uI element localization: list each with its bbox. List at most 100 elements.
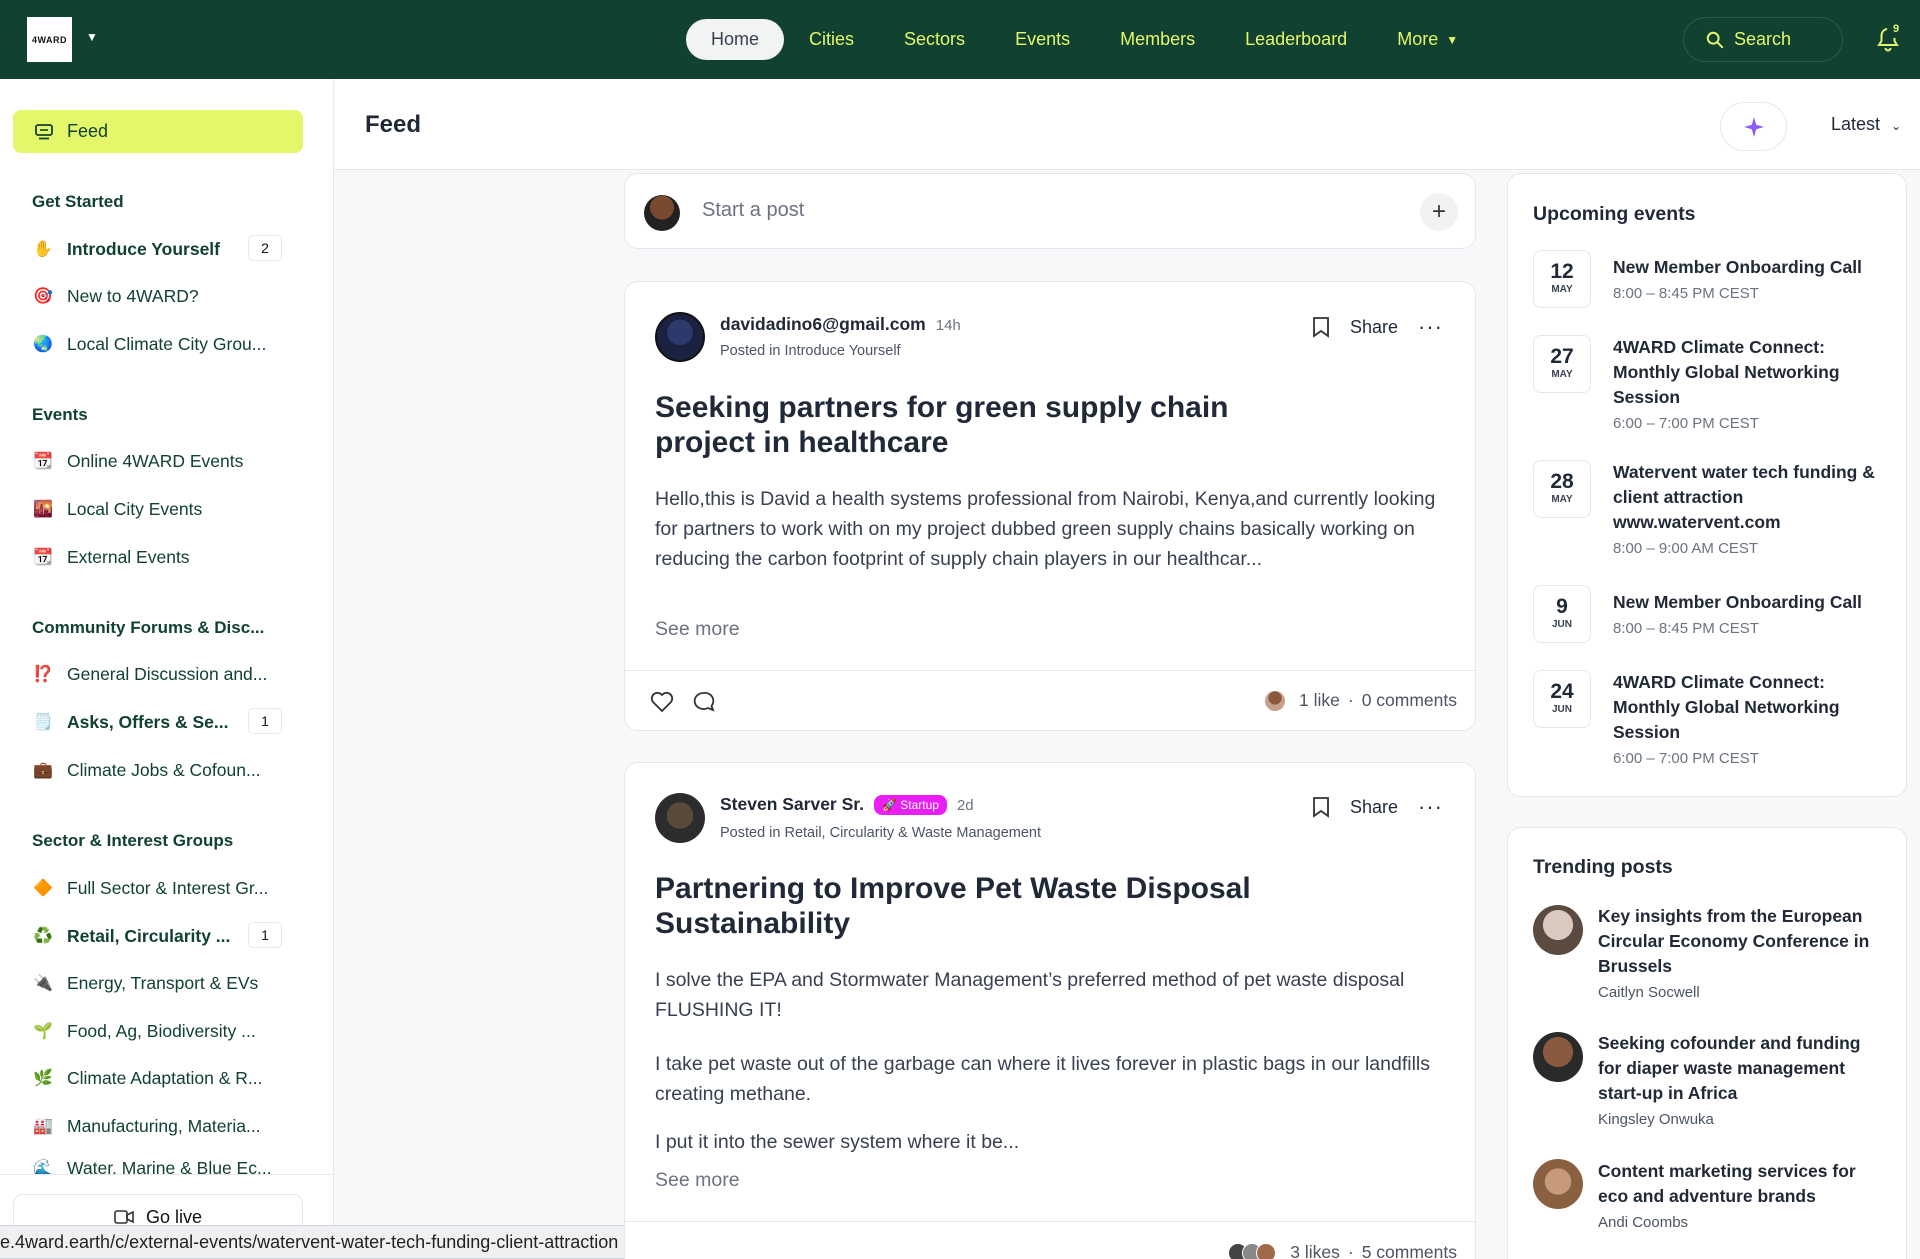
sidebar-item-new-to-4ward[interactable]: 🎯 New to 4WARD? xyxy=(32,281,282,311)
sidebar-item-label: Full Sector & Interest Gr... xyxy=(67,877,269,898)
sidebar-item-label: Food, Ag, Biodiversity ... xyxy=(67,1020,256,1041)
trending-post-title[interactable]: Seeking cofounder and funding for diaper… xyxy=(1598,1031,1888,1106)
sidebar-item-label: Asks, Offers & Se... xyxy=(67,711,229,732)
bookmark-icon[interactable] xyxy=(1312,796,1330,818)
trending-post-title[interactable]: Content marketing services for eco and a… xyxy=(1598,1159,1888,1209)
trending-post-author[interactable]: Andi Coombs xyxy=(1598,1214,1688,1231)
nav-events[interactable]: Events xyxy=(990,19,1095,60)
comments-count[interactable]: 5 comments xyxy=(1362,1242,1457,1259)
sidebar-item-full-sector-groups[interactable]: 🔶 Full Sector & Interest Gr... xyxy=(32,873,282,903)
calendar-icon: 📆 xyxy=(33,453,53,470)
sidebar-section-title[interactable]: Sector & Interest Groups xyxy=(32,831,233,851)
sidebar-section-title[interactable]: Get Started xyxy=(32,192,124,212)
likes-count[interactable]: 1 like xyxy=(1299,690,1340,711)
post-author[interactable]: davidadino6@gmail.com 14h xyxy=(720,314,961,335)
posted-in[interactable]: Posted in Retail, Circularity & Waste Ma… xyxy=(720,825,1041,841)
see-more-link[interactable]: See more xyxy=(655,1169,740,1192)
nav-cities[interactable]: Cities xyxy=(784,19,879,60)
more-options-icon[interactable]: ··· xyxy=(1418,314,1443,340)
post-title[interactable]: Seeking partners for green supply chain … xyxy=(655,390,1295,460)
exclamation-question-icon: ⁉️ xyxy=(33,666,53,683)
sidebar-item-label: Energy, Transport & EVs xyxy=(67,972,259,993)
comments-count[interactable]: 0 comments xyxy=(1362,690,1457,711)
sidebar-item-local-city-events[interactable]: 🌇 Local City Events xyxy=(32,494,282,524)
event-title[interactable]: New Member Onboarding Call xyxy=(1613,590,1888,615)
event-title[interactable]: New Member Onboarding Call xyxy=(1613,255,1888,280)
avatar[interactable] xyxy=(1533,905,1583,955)
post-card: Steven Sarver Sr. 🚀 Startup 2d Posted in R… xyxy=(624,762,1476,1259)
sidebar-item-feed[interactable]: Feed xyxy=(13,110,303,153)
community-logo[interactable]: 4WARD xyxy=(27,17,72,62)
sidebar-item-energy-transport[interactable]: 🔌 Energy, Transport & EVs xyxy=(32,968,282,998)
plug-icon: 🔌 xyxy=(33,975,53,992)
avatar[interactable] xyxy=(1533,1159,1583,1209)
sidebar-item-retail-circularity[interactable]: ♻️ Retail, Circularity ... 1 xyxy=(32,921,282,951)
chevron-down-icon[interactable]: ▼ xyxy=(86,30,98,44)
share-button[interactable]: Share xyxy=(1350,797,1398,818)
avatar[interactable] xyxy=(655,793,705,843)
sidebar-item-label: Climate Adaptation & R... xyxy=(67,1067,263,1088)
nav-sectors[interactable]: Sectors xyxy=(879,19,990,60)
left-sidebar: Feed Get Started ✋ Introduce Yourself 2 🎯 N… xyxy=(0,79,334,1259)
sidebar-item-introduce-yourself[interactable]: ✋ Introduce Yourself 2 xyxy=(32,234,282,264)
card-title: Upcoming events xyxy=(1533,203,1696,225)
share-button[interactable]: Share xyxy=(1350,317,1398,338)
posted-in[interactable]: Posted in Introduce Yourself xyxy=(720,343,901,359)
sort-dropdown[interactable]: Latest ⌄ xyxy=(1831,114,1901,135)
start-post-composer[interactable]: Start a post + xyxy=(624,173,1476,249)
sidebar-item-manufacturing[interactable]: 🏭 Manufacturing, Materia... xyxy=(32,1111,282,1141)
sidebar-item-external-events[interactable]: 📆 External Events xyxy=(32,542,282,572)
nav-members[interactable]: Members xyxy=(1095,19,1220,60)
trending-post-author[interactable]: Kingsley Onwuka xyxy=(1598,1111,1714,1128)
nav-home[interactable]: Home xyxy=(686,19,785,60)
sidebar-item-label: Introduce Yourself xyxy=(67,238,220,259)
waving-hand-icon: ✋ xyxy=(33,241,53,258)
notification-count-badge: 9 xyxy=(1887,20,1905,38)
upcoming-events-card: Upcoming events 12 MAY New Member Onboard… xyxy=(1507,173,1907,797)
event-title[interactable]: 4WARD Climate Connect: Monthly Global Ne… xyxy=(1613,335,1888,410)
sidebar-section-title[interactable]: Events xyxy=(32,405,88,425)
sidebar-item-climate-jobs[interactable]: 💼 Climate Jobs & Cofoun... xyxy=(32,755,282,785)
author-name[interactable]: Steven Sarver Sr. xyxy=(720,794,864,814)
event-time: 8:00 – 9:00 AM CEST xyxy=(1613,540,1759,557)
sidebar-item-online-events[interactable]: 📆 Online 4WARD Events xyxy=(32,446,282,476)
recycle-icon: ♻️ xyxy=(33,928,53,945)
sidebar-item-local-climate-city-groups[interactable]: 🌏 Local Climate City Grou... xyxy=(32,329,282,359)
avatar[interactable] xyxy=(655,312,705,362)
start-post-placeholder[interactable]: Start a post xyxy=(702,199,804,222)
ai-sparkle-button[interactable] xyxy=(1720,102,1787,151)
sidebar-item-asks-offers[interactable]: 🗒️ Asks, Offers & Se... 1 xyxy=(32,707,282,737)
sidebar-item-climate-adaptation[interactable]: 🌿 Climate Adaptation & R... xyxy=(32,1063,282,1093)
more-options-icon[interactable]: ··· xyxy=(1418,794,1443,820)
search-button[interactable]: Search xyxy=(1683,17,1843,62)
avatar[interactable] xyxy=(1533,1032,1583,1082)
likes-count[interactable]: 3 likes xyxy=(1290,1242,1340,1259)
comment-icon[interactable] xyxy=(692,691,716,713)
post-body-paragraph: I put it into the sewer system where it … xyxy=(655,1131,1020,1153)
event-day: 9 xyxy=(1556,595,1568,618)
post-author[interactable]: Steven Sarver Sr. 🚀 Startup 2d xyxy=(720,794,974,816)
event-day: 12 xyxy=(1550,260,1574,283)
heart-icon[interactable] xyxy=(650,691,674,713)
trending-post-author[interactable]: Caitlyn Socwell xyxy=(1598,984,1700,1001)
status-bar-url: e.4ward.earth/c/external-events/waterven… xyxy=(0,1225,630,1259)
add-post-button[interactable]: + xyxy=(1420,193,1458,231)
nav-more[interactable]: More ▼ xyxy=(1372,19,1483,60)
sidebar-item-label: Manufacturing, Materia... xyxy=(67,1115,261,1136)
sidebar-item-food-ag[interactable]: 🌱 Food, Ag, Biodiversity ... xyxy=(32,1016,282,1046)
event-day: 28 xyxy=(1550,470,1574,493)
author-name[interactable]: davidadino6@gmail.com xyxy=(720,314,926,334)
see-more-link[interactable]: See more xyxy=(655,618,740,641)
event-date: 24 JUN xyxy=(1533,670,1591,728)
event-title[interactable]: 4WARD Climate Connect: Monthly Global Ne… xyxy=(1613,670,1888,745)
trending-post-title[interactable]: Key insights from the European Circular … xyxy=(1598,904,1888,979)
event-title[interactable]: Watervent water tech funding & client at… xyxy=(1613,460,1888,535)
post-time: 2d xyxy=(956,797,974,814)
factory-icon: 🏭 xyxy=(33,1118,53,1135)
nav-leaderboard[interactable]: Leaderboard xyxy=(1220,19,1372,60)
bookmark-icon[interactable] xyxy=(1312,316,1330,338)
sidebar-item-label: External Events xyxy=(67,546,190,567)
sidebar-section-title[interactable]: Community Forums & Disc... xyxy=(32,618,264,638)
post-title[interactable]: Partnering to Improve Pet Waste Disposal… xyxy=(655,871,1295,941)
sidebar-item-general-discussion[interactable]: ⁉️ General Discussion and... xyxy=(32,659,282,689)
